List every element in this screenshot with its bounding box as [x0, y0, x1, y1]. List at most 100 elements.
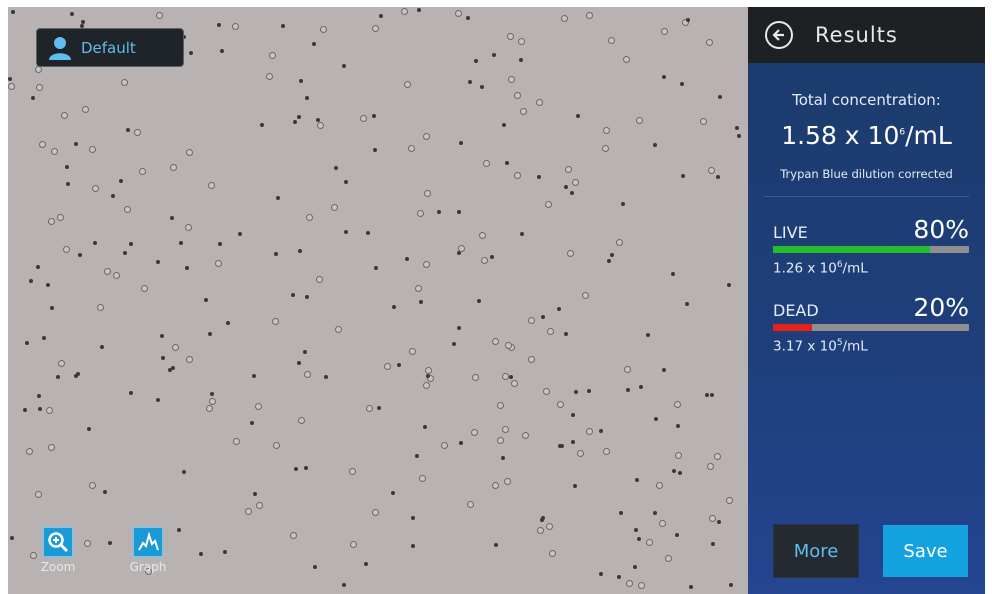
- cell: [170, 216, 174, 220]
- cell: [29, 279, 33, 283]
- cell: [492, 482, 499, 489]
- cell: [505, 161, 509, 165]
- divider: [764, 196, 969, 197]
- cell: [26, 448, 33, 455]
- graph-button[interactable]: Graph: [124, 527, 172, 574]
- cell: [324, 375, 328, 379]
- save-button[interactable]: Save: [883, 525, 968, 577]
- cell: [250, 421, 254, 425]
- cell: [51, 148, 58, 155]
- cell: [260, 123, 264, 127]
- cell: [299, 79, 303, 83]
- more-button[interactable]: More: [773, 524, 859, 578]
- total-concentration-base: 1.58 x 10: [781, 121, 900, 150]
- cell: [480, 85, 484, 89]
- back-arrow-icon[interactable]: [765, 21, 793, 49]
- cell: [735, 126, 739, 130]
- live-progress-fill: [773, 246, 930, 253]
- cell: [467, 501, 474, 508]
- cell: [599, 572, 603, 576]
- cell: [624, 366, 631, 373]
- cell: [626, 388, 630, 392]
- zoom-button[interactable]: Zoom: [36, 527, 80, 574]
- cell: [520, 232, 524, 236]
- cell: [675, 452, 682, 459]
- cell: [415, 285, 422, 292]
- user-icon: [47, 35, 73, 61]
- cell: [84, 540, 91, 547]
- cell: [502, 123, 506, 127]
- cell: [459, 441, 463, 445]
- cell: [232, 23, 239, 30]
- cell: [58, 360, 65, 367]
- dead-progress-fill: [773, 323, 813, 331]
- cell: [377, 406, 381, 410]
- cell: [360, 115, 367, 122]
- live-stat: LIVE 80% 1.26 x 106/mL: [773, 217, 969, 277]
- cell: [305, 96, 309, 100]
- cell: [372, 114, 376, 118]
- cell: [599, 429, 603, 433]
- cell: [678, 471, 682, 475]
- cell: [537, 527, 544, 534]
- graph-icon[interactable]: [133, 527, 163, 557]
- cell: [208, 182, 215, 189]
- cell-image-viewer[interactable]: Default Zoom Graph: [8, 7, 748, 594]
- zoom-in-icon[interactable]: [43, 527, 73, 557]
- dead-progress-bar: [773, 323, 969, 331]
- total-concentration-unit: /mL: [905, 121, 952, 150]
- results-panel: Results Total concentration: 1.58 x 106/…: [748, 7, 985, 594]
- cell: [417, 8, 421, 12]
- profile-button[interactable]: Default: [36, 28, 184, 67]
- cell: [608, 37, 615, 44]
- cell: [312, 42, 316, 46]
- cell: [208, 332, 212, 336]
- cell: [245, 508, 252, 515]
- cell: [466, 16, 470, 20]
- cell: [457, 210, 461, 214]
- cell: [206, 405, 213, 412]
- cell: [304, 371, 311, 378]
- cell: [472, 374, 479, 381]
- cell: [509, 375, 513, 379]
- cell: [565, 166, 572, 173]
- cell: [543, 388, 550, 395]
- cell: [653, 143, 657, 147]
- cell: [74, 374, 78, 378]
- cell: [139, 168, 146, 175]
- cell: [726, 497, 733, 504]
- cell: [638, 582, 645, 589]
- cell: [374, 266, 378, 270]
- cell: [185, 266, 189, 270]
- cell: [304, 466, 308, 470]
- cell: [635, 478, 639, 482]
- cell: [477, 299, 481, 303]
- cell: [92, 185, 99, 192]
- cell: [415, 454, 419, 458]
- cell: [536, 99, 543, 106]
- cell: [479, 232, 486, 239]
- live-label: LIVE: [773, 223, 808, 242]
- cell: [199, 552, 203, 556]
- live-progress-bar: [773, 246, 969, 253]
- cell: [571, 440, 575, 444]
- cell: [65, 165, 69, 169]
- cell: [502, 426, 509, 433]
- cell: [57, 214, 64, 221]
- live-concentration-unit: /mL: [842, 260, 868, 277]
- cell: [335, 326, 342, 333]
- cell: [342, 583, 346, 587]
- dead-percent: 20%: [913, 292, 969, 322]
- cell: [408, 145, 415, 152]
- live-concentration-base: 1.26 x 10: [773, 260, 837, 277]
- cell: [35, 491, 42, 498]
- cell: [217, 23, 221, 27]
- cell: [350, 541, 357, 548]
- cell: [626, 580, 633, 587]
- cell: [364, 562, 368, 566]
- cell: [710, 393, 714, 397]
- cell: [182, 470, 186, 474]
- cell: [602, 145, 609, 152]
- cell: [303, 350, 307, 354]
- cell: [320, 26, 327, 33]
